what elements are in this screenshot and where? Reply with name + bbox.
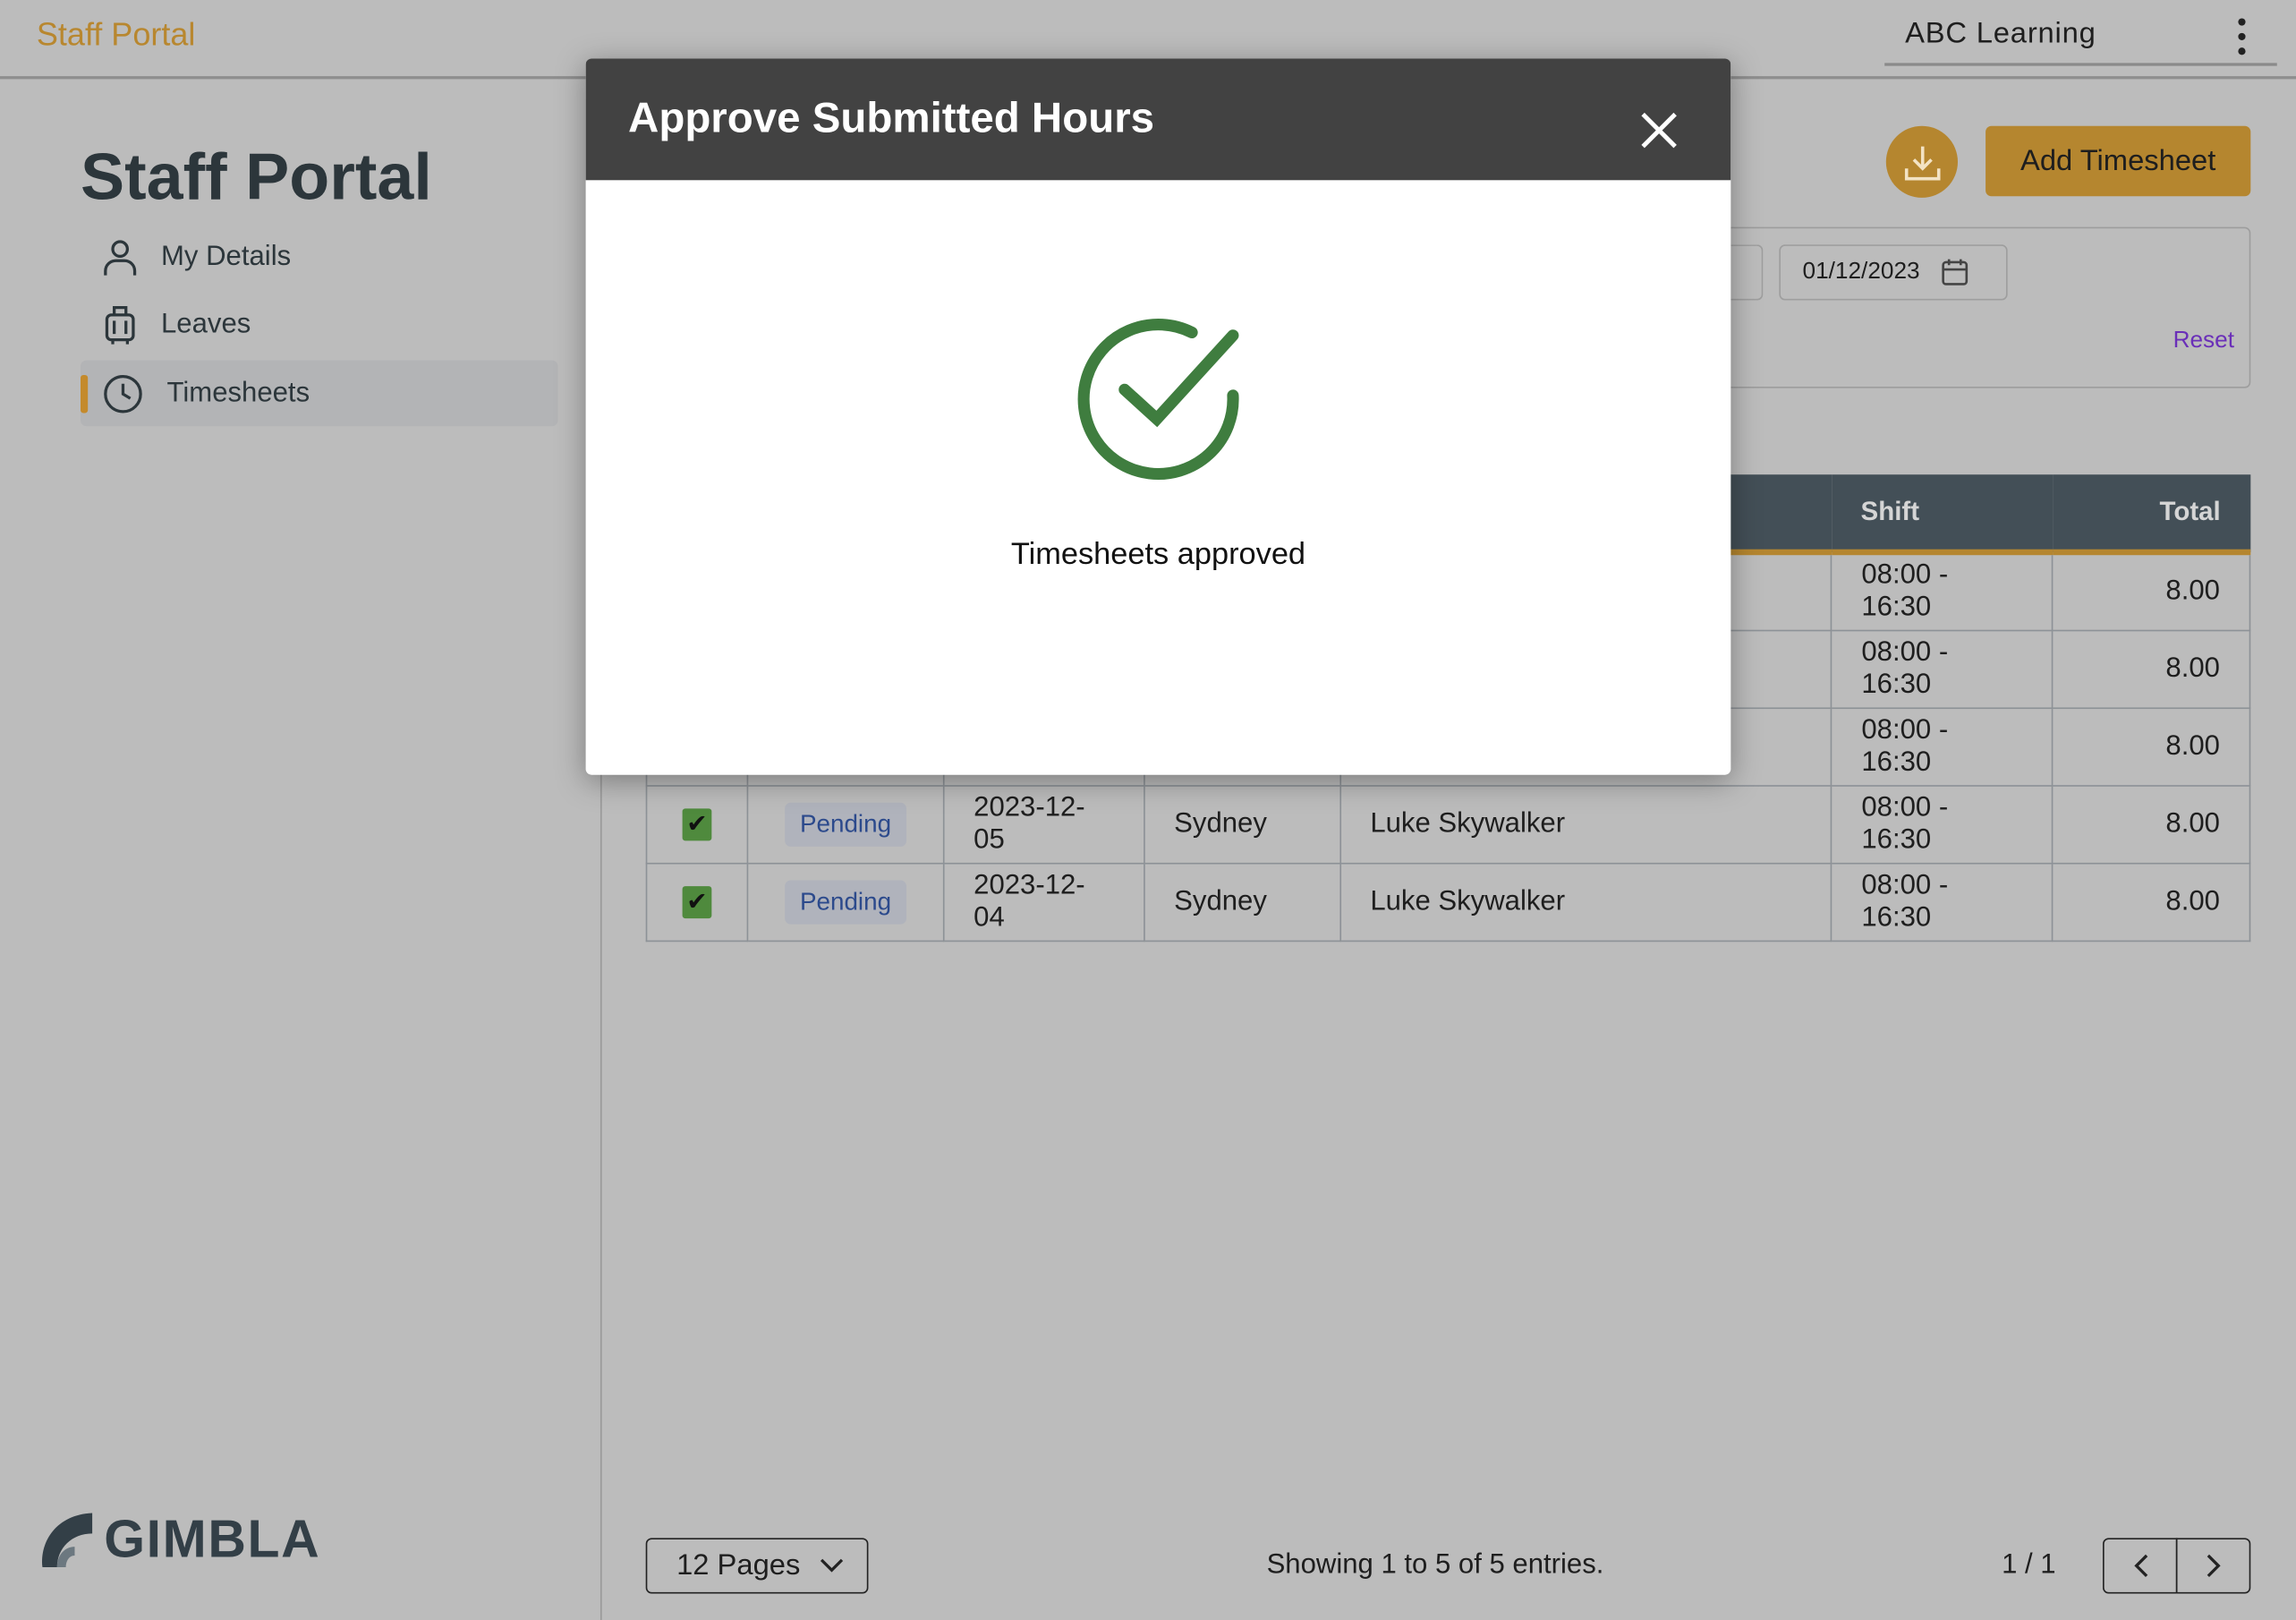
chevron-right-icon (2206, 1554, 2220, 1578)
next-page-button[interactable] (2175, 1538, 2251, 1594)
table-row[interactable]: ✔ Pending 2023-12-05 Sydney Luke Skywalker 08… (645, 784, 2251, 864)
status-badge: Pending (785, 879, 906, 924)
cell-select: ✔ (645, 784, 749, 864)
cell-location: Sydney (1143, 862, 1341, 942)
sidebar-item-leaves[interactable]: Leaves (81, 292, 557, 358)
cell-shift: 08:00 - 16:30 (1831, 628, 2054, 709)
cell-shift: 08:00 - 16:30 (1831, 862, 2054, 942)
total-text: 8.00 (2165, 729, 2220, 762)
organization-select[interactable]: ABC Learning (1884, 14, 2277, 66)
sidebar-title: Staff Portal (81, 139, 432, 214)
prev-page-button[interactable] (2103, 1538, 2178, 1594)
name-text: Luke Skywalker (1370, 885, 1566, 917)
status-badge: Pending (785, 801, 906, 847)
gimbla-logo-mark-icon (42, 1513, 93, 1568)
chevron-down-icon (820, 1558, 843, 1573)
check-circle-icon (1077, 319, 1239, 481)
user-icon (104, 239, 137, 275)
luggage-icon (105, 305, 135, 344)
row-checkbox[interactable]: ✔ (682, 885, 712, 918)
total-text: 8.00 (2165, 576, 2220, 607)
add-timesheet-button[interactable]: Add Timesheet (1986, 125, 2251, 197)
cell-date: 2023-12-05 (942, 784, 1145, 864)
sidebar-item-my-details[interactable]: My Details (81, 224, 557, 290)
page-size-select[interactable]: 12 Pages (645, 1538, 869, 1594)
cell-total: 8.00 (2051, 784, 2251, 864)
sidebar-item-label: Timesheets (166, 377, 310, 408)
header-shift[interactable]: Shift (1831, 474, 2053, 556)
location-text: Sydney (1174, 807, 1267, 839)
shift-text: 08:00 - 16:30 (1861, 636, 1949, 700)
cell-shift: 08:00 - 16:30 (1831, 551, 2054, 631)
cell-status: Pending (746, 784, 945, 864)
cell-total: 8.00 (2051, 706, 2251, 786)
shift-text: 08:00 - 16:30 (1861, 559, 1949, 623)
date-input[interactable]: 01/12/2023 (1779, 244, 2008, 301)
page-indicator: 1 / 1 (2002, 1549, 2056, 1581)
cell-status: Pending (746, 862, 945, 942)
cell-date: 2023-12-04 (942, 862, 1145, 942)
sidebar-item-timesheets[interactable]: Timesheets (81, 360, 558, 427)
brand-link[interactable]: Staff Portal (37, 16, 195, 55)
entries-summary: Showing 1 to 5 of 5 entries. (1266, 1549, 1604, 1581)
gimbla-logo: GIMBLA (37, 1509, 320, 1571)
modal-title: Approve Submitted Hours (628, 95, 1155, 142)
total-text: 8.00 (2165, 652, 2220, 684)
row-checkbox[interactable]: ✔ (682, 807, 712, 840)
cell-total: 8.00 (2051, 628, 2251, 709)
cell-name: Luke Skywalker (1339, 862, 1833, 942)
more-vert-icon[interactable] (2232, 18, 2252, 56)
cell-select: ✔ (645, 862, 749, 942)
location-text: Sydney (1174, 885, 1267, 917)
modal-message: Timesheets approved (1010, 537, 1306, 572)
cell-shift: 08:00 - 16:30 (1831, 706, 2054, 786)
table-row[interactable]: ✔ Pending 2023-12-04 Sydney Luke Skywalker 08… (645, 862, 2251, 942)
total-text: 8.00 (2165, 807, 2220, 839)
chevron-left-icon (2133, 1554, 2147, 1578)
sidebar-item-label: Leaves (161, 308, 251, 339)
shift-text: 08:00 - 16:30 (1861, 713, 1949, 778)
cell-shift: 08:00 - 16:30 (1831, 784, 2054, 864)
modal-header: Approve Submitted Hours (585, 58, 1731, 181)
date-text: 2023-12-05 (974, 791, 1085, 855)
reset-link[interactable]: Reset (2173, 328, 2234, 354)
sidebar-item-label: My Details (161, 241, 292, 272)
cell-name: Luke Skywalker (1339, 784, 1833, 864)
approve-hours-modal: Approve Submitted Hours Timesheets appro… (585, 58, 1731, 775)
clock-icon (104, 374, 142, 413)
cell-location: Sydney (1143, 784, 1341, 864)
header-total[interactable]: Total (2052, 474, 2250, 556)
cell-total: 8.00 (2051, 551, 2251, 631)
shift-text: 08:00 - 16:30 (1861, 869, 1949, 933)
close-icon[interactable] (1637, 108, 1681, 152)
filter-select[interactable] (1731, 244, 1764, 301)
cell-total: 8.00 (2051, 862, 2251, 942)
calendar-icon[interactable] (1940, 258, 1969, 287)
download-button[interactable] (1885, 125, 1959, 198)
name-text: Luke Skywalker (1370, 807, 1566, 839)
date-text: 2023-12-04 (974, 869, 1085, 933)
total-text: 8.00 (2165, 885, 2220, 917)
shift-text: 08:00 - 16:30 (1861, 791, 1949, 855)
sidebar: Staff Portal My Details Leaves Timesheet… (0, 81, 602, 1620)
download-icon (1904, 145, 1940, 180)
